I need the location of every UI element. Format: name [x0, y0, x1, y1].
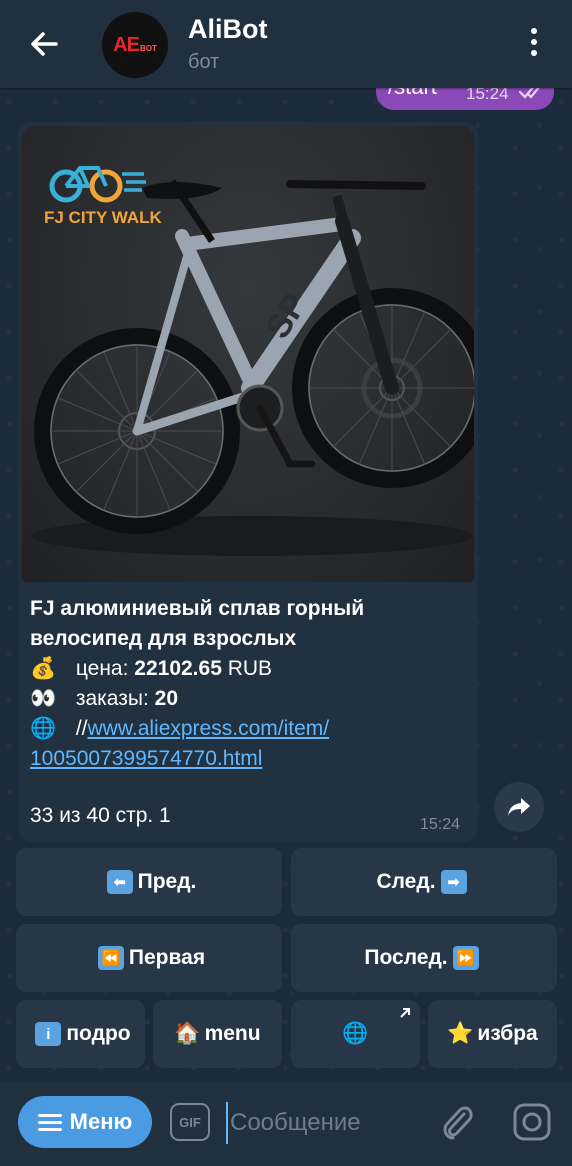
- link-line: 🌐 //www.aliexpress.com/item/: [30, 714, 329, 744]
- product-photo[interactable]: SP FJ CITY WALK: [22, 126, 474, 582]
- last-button[interactable]: Послед. ⏩: [291, 924, 557, 992]
- camera-icon[interactable]: [512, 1102, 552, 1142]
- orders-label: заказы:: [75, 687, 149, 710]
- left-arrow-icon: ⬅: [106, 870, 133, 894]
- open-link-button[interactable]: 🌐: [291, 1000, 420, 1068]
- brand-logo-text: FJ CITY WALK: [44, 208, 162, 227]
- price-label: цена:: [75, 657, 129, 680]
- info-icon: i: [35, 1022, 62, 1046]
- first-label: Первая: [128, 946, 206, 969]
- prev-button[interactable]: ⬅ Пред.: [16, 848, 282, 916]
- house-icon: 🏠: [174, 1022, 201, 1045]
- menu-inline-button[interactable]: 🏠 menu: [153, 1000, 282, 1068]
- message-time: 15:24: [420, 816, 461, 833]
- avatar-subtext: BOT: [139, 43, 157, 53]
- more-options-icon[interactable]: [520, 28, 548, 62]
- bot-menu-button[interactable]: Меню: [18, 1096, 152, 1148]
- back-arrow-icon[interactable]: [22, 22, 66, 66]
- next-label: След.: [376, 870, 436, 893]
- share-arrow-icon: [508, 798, 530, 816]
- prev-label: Пред.: [137, 870, 197, 893]
- product-message[interactable]: SP FJ CITY WALK FJ алюминиевый сплав гор…: [18, 122, 478, 842]
- message-input[interactable]: [226, 1102, 432, 1144]
- next-button[interactable]: След. ➡: [291, 848, 557, 916]
- share-button[interactable]: [494, 782, 544, 832]
- eyes-icon: 👀: [30, 687, 57, 710]
- hamburger-icon: [37, 1110, 62, 1135]
- last-label: Послед.: [364, 946, 448, 969]
- money-bag-icon: 💰: [30, 657, 57, 680]
- details-label: подро: [66, 1022, 131, 1045]
- first-button[interactable]: ⏪ Первая: [16, 924, 282, 992]
- link-prefix: //: [75, 717, 88, 740]
- bot-menu-label: Меню: [69, 1109, 133, 1134]
- page-info: 33 из 40 стр. 1: [30, 804, 171, 827]
- message-input-bar: Меню GIF: [0, 1082, 572, 1166]
- price-line: 💰 цена: 22102.65 RUB: [30, 654, 272, 684]
- star-icon: ⭐: [447, 1022, 474, 1045]
- chat-subtitle: бот: [188, 51, 220, 73]
- fast-forward-icon: ⏩: [452, 946, 479, 970]
- chat-title[interactable]: AliBot: [188, 14, 267, 45]
- price-currency: RUB: [227, 657, 273, 680]
- favorites-label: избра: [477, 1022, 538, 1045]
- favorites-button[interactable]: ⭐ избра: [428, 1000, 557, 1068]
- product-link-continued[interactable]: 1005007399574770.html: [30, 744, 262, 774]
- avatar[interactable]: AE BOT: [102, 12, 168, 78]
- right-arrow-icon: ➡: [440, 870, 467, 894]
- details-button[interactable]: i подро: [16, 1000, 145, 1068]
- globe-button-icon: 🌐: [342, 1022, 369, 1045]
- menu-inline-label: menu: [204, 1022, 261, 1045]
- product-link[interactable]: www.aliexpress.com/item/: [88, 717, 330, 740]
- orders-value: 20: [154, 687, 179, 710]
- attach-icon[interactable]: [438, 1100, 476, 1144]
- bike-logo-icon: [49, 166, 146, 203]
- gif-icon[interactable]: GIF: [170, 1103, 210, 1141]
- avatar-text: AE: [113, 33, 140, 56]
- rewind-icon: ⏪: [97, 946, 124, 970]
- orders-line: 👀 заказы: 20: [30, 684, 178, 714]
- price-value: 22102.65: [134, 657, 222, 680]
- product-title: FJ алюминиевый сплав горный велосипед дл…: [30, 597, 365, 650]
- external-link-icon: [400, 1008, 410, 1018]
- chat-header: AE BOT AliBot бот: [0, 0, 572, 88]
- globe-icon: 🌐: [30, 717, 57, 740]
